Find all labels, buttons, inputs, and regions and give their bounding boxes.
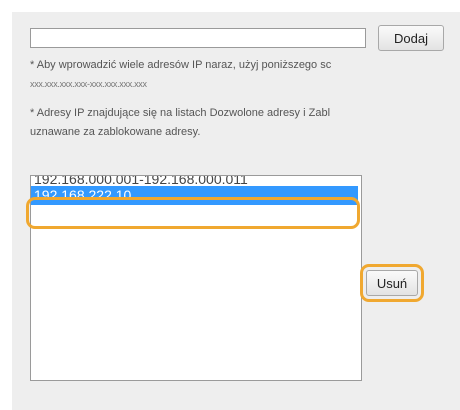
add-button[interactable]: Dodaj bbox=[378, 25, 444, 51]
ip-range-format-example: xxx.xxx.xxx.xxx-xxx.xxx.xxx.xxx bbox=[30, 79, 147, 89]
delete-button[interactable]: Usuń bbox=[366, 270, 418, 296]
ip-filter-panel: Dodaj * Aby wprowadzić wiele adresów IP … bbox=[12, 12, 460, 410]
conflict-note-line-1: * Adresy IP znajdujące się na listach Do… bbox=[30, 107, 331, 119]
multi-ip-hint: * Aby wprowadzić wiele adresów IP naraz,… bbox=[30, 59, 332, 71]
list-item-ip-selected[interactable]: 192.168.222.10 bbox=[31, 186, 358, 205]
conflict-note-line-2: uznawane za zablokowane adresy. bbox=[30, 126, 201, 138]
ip-address-input[interactable] bbox=[30, 28, 366, 48]
list-item-ip-range[interactable]: 192.168.000.001-192.168.000.011 bbox=[31, 176, 361, 186]
ip-address-list[interactable]: 192.168.000.001-192.168.000.011 192.168.… bbox=[30, 175, 362, 381]
